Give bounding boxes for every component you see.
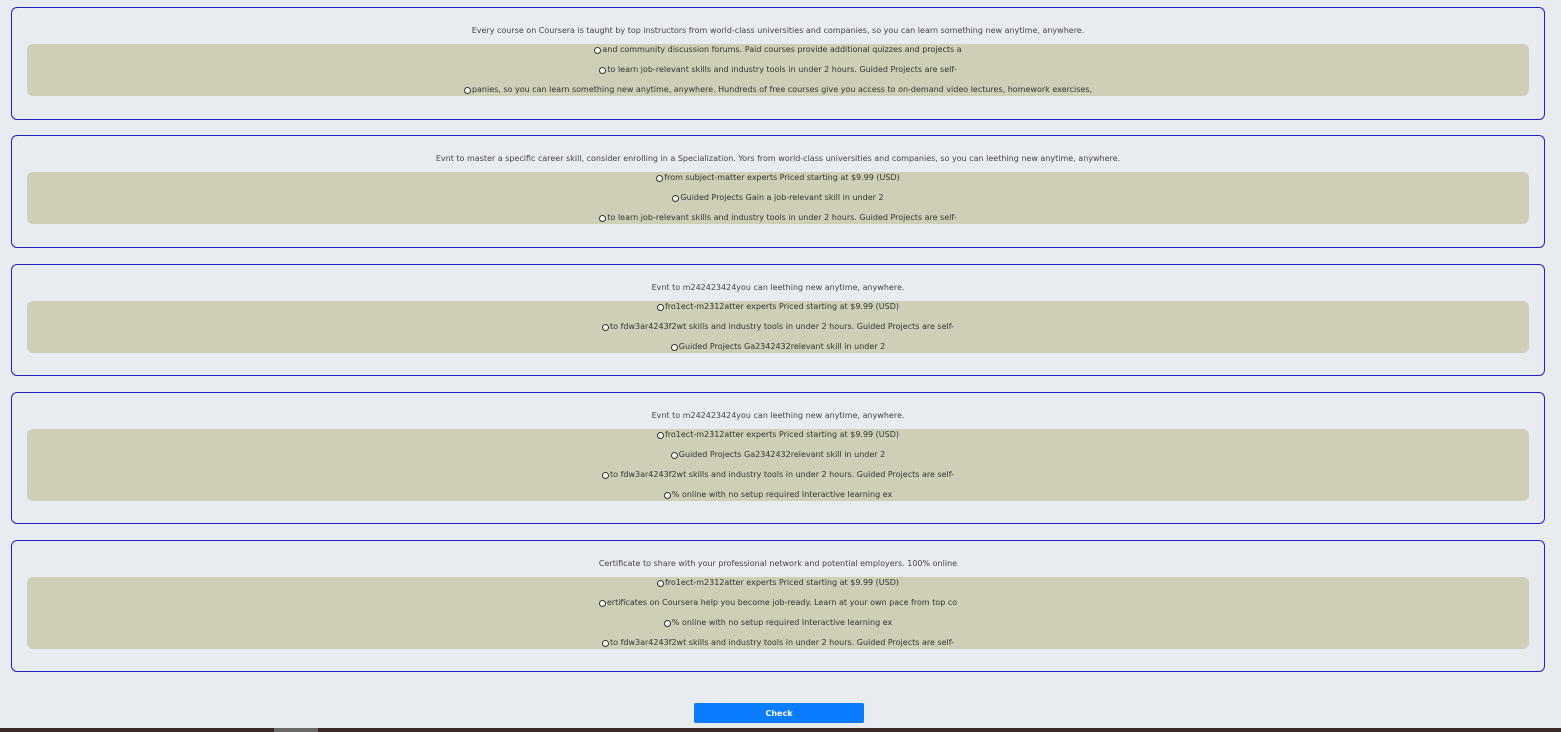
taskbar-item[interactable]	[274, 728, 318, 732]
option-label: fro1ect-m2312atter experts Priced starti…	[664, 430, 900, 439]
radio-button[interactable]	[598, 599, 606, 607]
answer-option[interactable]: to fdw3ar4243f2wt skills and industry to…	[27, 637, 1529, 649]
option-label: fro1ect-m2312atter experts Priced starti…	[664, 578, 900, 587]
question-text: Evnt to m242423424you can leething new a…	[651, 411, 905, 420]
option-label: Guided Projects Ga2342432relevant skill …	[678, 342, 886, 351]
options-list: and community discussion forums. Paid co…	[27, 44, 1529, 96]
answer-option[interactable]: fro1ect-m2312atter experts Priced starti…	[27, 301, 1529, 321]
answer-option[interactable]: panies, so you can learn something new a…	[27, 84, 1529, 96]
answer-option[interactable]: ertificates on Coursera help you become …	[27, 597, 1529, 617]
radio-button[interactable]	[663, 491, 671, 499]
answer-option[interactable]: Guided Projects Ga2342432relevant skill …	[27, 449, 1529, 469]
radio-button[interactable]	[594, 46, 602, 54]
option-label: to fdw3ar4243f2wt skills and industry to…	[610, 638, 954, 647]
radio-button[interactable]	[672, 194, 680, 202]
question-card-1: Every course on Coursera is taught by to…	[11, 7, 1545, 120]
radio-button[interactable]	[463, 86, 471, 94]
radio-button[interactable]	[670, 451, 678, 459]
question-text: Every course on Coursera is taught by to…	[471, 26, 1085, 35]
radio-button[interactable]	[599, 66, 607, 74]
check-button[interactable]: Check	[694, 703, 864, 723]
radio-button[interactable]	[602, 471, 609, 479]
option-label: ertificates on Coursera help you become …	[606, 598, 958, 607]
radio-button[interactable]	[602, 323, 609, 331]
answer-option[interactable]: fro1ect-m2312atter experts Priced starti…	[27, 429, 1529, 449]
answer-option[interactable]: from subject-matter experts Priced start…	[27, 172, 1529, 192]
options-list: fro1ect-m2312atter experts Priced starti…	[27, 301, 1529, 353]
answer-option[interactable]: to learn job-relevant skills and industr…	[27, 64, 1529, 84]
options-list: fro1ect-m2312atter experts Priced starti…	[27, 577, 1529, 649]
answer-option[interactable]: % online with no setup required Interact…	[27, 489, 1529, 501]
radio-button[interactable]	[656, 174, 664, 182]
option-label: Guided Projects Ga2342432relevant skill …	[678, 450, 886, 459]
question-text: Evnt to master a specific career skill, …	[435, 154, 1121, 163]
question-card-3: Evnt to m242423424you can leething new a…	[11, 264, 1545, 376]
answer-option[interactable]: Guided Projects Gain a job-relevant skil…	[27, 192, 1529, 212]
question-card-2: Evnt to master a specific career skill, …	[11, 135, 1545, 248]
answer-option[interactable]: fro1ect-m2312atter experts Priced starti…	[27, 577, 1529, 597]
options-list: fro1ect-m2312atter experts Priced starti…	[27, 429, 1529, 501]
option-label: to fdw3ar4243f2wt skills and industry to…	[610, 470, 954, 479]
question-text: Evnt to m242423424you can leething new a…	[651, 283, 905, 292]
options-list: from subject-matter experts Priced start…	[27, 172, 1529, 224]
option-label: and community discussion forums. Paid co…	[602, 45, 962, 54]
answer-option[interactable]: to fdw3ar4243f2wt skills and industry to…	[27, 321, 1529, 341]
answer-option[interactable]: and community discussion forums. Paid co…	[27, 44, 1529, 64]
answer-option[interactable]: Guided Projects Ga2342432relevant skill …	[27, 341, 1529, 353]
option-label: % online with no setup required Interact…	[671, 618, 893, 627]
question-card-5: Certificate to share with your professio…	[11, 540, 1545, 672]
option-label: panies, so you can learn something new a…	[471, 85, 1093, 94]
option-label: to fdw3ar4243f2wt skills and industry to…	[610, 322, 954, 331]
answer-option[interactable]: % online with no setup required Interact…	[27, 617, 1529, 637]
answer-option[interactable]: to learn job-relevant skills and industr…	[27, 212, 1529, 224]
question-card-4: Evnt to m242423424you can leething new a…	[11, 392, 1545, 524]
question-text: Certificate to share with your professio…	[598, 559, 958, 568]
option-label: Guided Projects Gain a job-relevant skil…	[680, 193, 884, 202]
option-label: from subject-matter experts Priced start…	[664, 173, 900, 182]
option-label: % online with no setup required Interact…	[671, 490, 893, 499]
quiz-page: Every course on Coursera is taught by to…	[0, 0, 1561, 732]
radio-button[interactable]	[663, 619, 671, 627]
option-label: to learn job-relevant skills and industr…	[607, 213, 957, 222]
radio-button[interactable]	[656, 579, 664, 587]
radio-button[interactable]	[599, 214, 607, 222]
option-label: to learn job-relevant skills and industr…	[607, 65, 957, 74]
radio-button[interactable]	[656, 431, 664, 439]
radio-button[interactable]	[602, 639, 609, 647]
radio-button[interactable]	[656, 303, 664, 311]
taskbar	[0, 728, 1561, 732]
option-label: fro1ect-m2312atter experts Priced starti…	[664, 302, 900, 311]
answer-option[interactable]: to fdw3ar4243f2wt skills and industry to…	[27, 469, 1529, 489]
radio-button[interactable]	[670, 343, 678, 351]
